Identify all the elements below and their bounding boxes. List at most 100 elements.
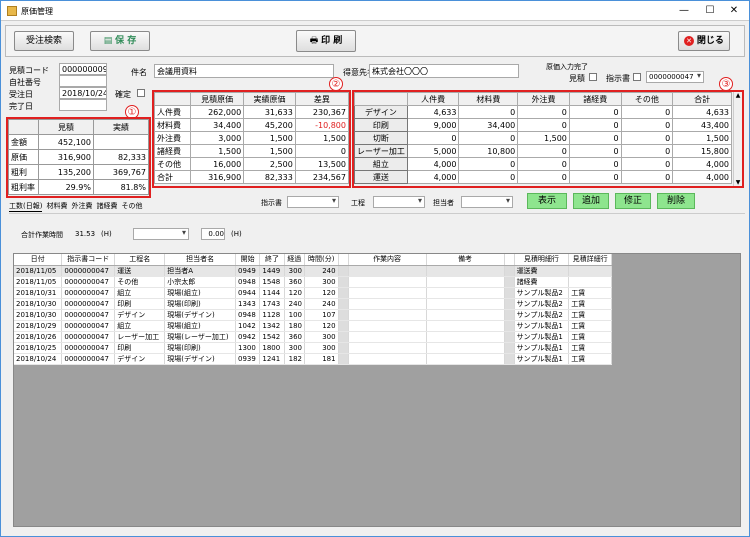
daily-report-table: 日付 指示書コード 工程名 担当者名 開始 終了 経過 時間(分) 作業内容 備… (14, 254, 612, 365)
instr-select[interactable]: 0000000047 (646, 71, 704, 83)
client-field[interactable]: 株式会社〇〇〇 (369, 64, 519, 78)
col-instr-code[interactable]: 指示書コード (61, 254, 116, 266)
row-button[interactable] (338, 353, 349, 365)
print-button[interactable]: 🖶 印 刷 (296, 30, 356, 52)
t3-cell: 4,000 (406, 157, 460, 171)
row-button[interactable] (338, 265, 349, 277)
scroll-down-icon[interactable]: ▼ (734, 179, 742, 186)
daily-report-grid[interactable]: 日付 指示書コード 工程名 担当者名 開始 終了 経過 時間(分) 作業内容 備… (13, 253, 741, 527)
row-button[interactable] (504, 331, 515, 343)
save-button[interactable]: ▤ 保 存 (90, 31, 150, 51)
delete-button[interactable]: 削除 (657, 193, 695, 209)
table-row[interactable]: 2018/10/25 0000000047 印刷 現場(印刷) 1300 1800 300 3… (14, 342, 612, 354)
row-button[interactable] (338, 276, 349, 288)
cell-person: 現場(レーザー加工) (164, 331, 236, 343)
cell-est-detail (568, 265, 612, 277)
col-process[interactable]: 工程名 (114, 254, 166, 266)
col-person[interactable]: 担当者名 (164, 254, 236, 266)
t1-cell (93, 134, 149, 150)
cell-process: 組立 (114, 320, 166, 332)
row-button[interactable] (338, 287, 349, 299)
tab-material[interactable]: 材料費 (46, 201, 67, 211)
row-button[interactable] (338, 298, 349, 310)
t3-cell: 0 (517, 118, 570, 132)
instr-checkbox[interactable] (633, 73, 641, 81)
t3-row: 組立 4,000 0 0 0 0 4,000 (354, 157, 732, 171)
process-button[interactable]: 印刷 (354, 118, 408, 132)
col-elapsed[interactable]: 経過 (284, 254, 305, 266)
filter-instr-select[interactable] (287, 196, 339, 208)
row-button[interactable] (338, 309, 349, 321)
row-button[interactable] (504, 276, 515, 288)
show-button[interactable]: 表示 (527, 193, 567, 209)
process-button[interactable]: 切断 (354, 131, 408, 145)
col-note[interactable]: 備考 (426, 254, 505, 266)
minimize-button[interactable]: — (673, 4, 695, 18)
tab-labor[interactable]: 工数(日報) (9, 201, 43, 212)
company-no-field[interactable] (59, 75, 107, 87)
col-date[interactable]: 日付 (14, 254, 63, 266)
tab-outsource[interactable]: 外注費 (71, 201, 92, 211)
table-row[interactable]: 2018/11/05 0000000047 その他 小宗太郎 0948 1548 360 30… (14, 276, 612, 288)
t3-h2: 材料費 (458, 92, 519, 106)
row-button[interactable] (338, 331, 349, 343)
done-date-field[interactable] (59, 99, 107, 111)
process-button[interactable]: 運送 (354, 170, 408, 184)
row-button[interactable] (338, 342, 349, 354)
filter-person-select[interactable] (461, 196, 513, 208)
estimate-code-field[interactable]: 0000000091 (59, 63, 107, 75)
cell-end: 1548 (259, 276, 285, 288)
table-row[interactable]: 2018/10/29 0000000047 組立 現場(組立) 1042 1342 180 1… (14, 320, 612, 332)
table-row[interactable]: 2018/10/31 0000000047 組立 現場(組立) 0944 1144 120 1… (14, 287, 612, 299)
tab-expenses[interactable]: 諸経費 (96, 201, 117, 211)
table-row[interactable]: 2018/11/05 0000000047 運送 担当者A 0949 1449 300 240… (14, 265, 612, 277)
t3-cell: 0 (568, 131, 622, 145)
window-title: 原価管理 (21, 7, 53, 16)
col-work[interactable]: 作業内容 (348, 254, 427, 266)
cell-start: 0942 (235, 331, 261, 343)
row-button[interactable] (338, 320, 349, 332)
maximize-button[interactable]: ☐ (699, 4, 721, 18)
order-search-button[interactable]: 受注検索 (14, 31, 74, 51)
row-button[interactable] (504, 320, 515, 332)
table-row[interactable]: 2018/10/26 0000000047 レーザー加工 現場(レーザー加工) 0942… (14, 331, 612, 343)
t2-row: 諸経費 1,500 1,500 0 (154, 144, 350, 158)
row-button[interactable] (504, 287, 515, 299)
tab-other[interactable]: その他 (121, 201, 142, 211)
filter-process-select[interactable] (373, 196, 425, 208)
col-start[interactable]: 開始 (235, 254, 261, 266)
confirm-checkbox[interactable] (137, 89, 145, 97)
table-row[interactable]: 2018/10/30 0000000047 印刷 現場(印刷) 1343 1743 240 2… (14, 298, 612, 310)
process-table-scrollbar[interactable]: ▲ ▼ (733, 92, 742, 186)
row-button[interactable] (504, 309, 515, 321)
row-button[interactable] (504, 298, 515, 310)
row-button[interactable] (504, 353, 515, 365)
close-button[interactable]: ✕ 閉じる (678, 31, 730, 51)
add-button[interactable]: 追加 (573, 193, 609, 209)
col-est-detail[interactable]: 見積詳細行 (568, 254, 612, 266)
window-close-button[interactable]: ✕ (723, 4, 745, 18)
edit-button[interactable]: 修正 (615, 193, 651, 209)
process-button[interactable]: デザイン (354, 105, 408, 119)
order-date-field[interactable]: 2018/10/24 (59, 87, 107, 99)
col-minutes[interactable]: 時間(分) (304, 254, 339, 266)
cell-minutes: 300 (304, 331, 339, 343)
estimate-checkbox[interactable] (589, 73, 597, 81)
t2-cell: 外注費 (154, 131, 191, 145)
t3-cell: 9,000 (406, 118, 460, 132)
worktime-value2[interactable]: 0.00 (201, 228, 225, 240)
table-row[interactable]: 2018/10/24 0000000047 デザイン 現場(デザイン) 0939 1241… (14, 353, 612, 365)
cell-start: 0944 (235, 287, 261, 299)
process-button[interactable]: レーザー加工 (354, 144, 408, 158)
col-est-line[interactable]: 見積明細行 (514, 254, 570, 266)
subject-field[interactable]: 会議用資料 (154, 64, 334, 78)
worktime-select[interactable] (133, 228, 189, 240)
process-button[interactable]: 組立 (354, 157, 408, 171)
cost-variance-table: 見積原価 実績原価 差異 人件費 262,000 31,633 230,367 材料費 34… (154, 92, 350, 184)
scroll-up-icon[interactable]: ▲ (734, 92, 742, 99)
row-button[interactable] (504, 342, 515, 354)
table-row[interactable]: 2018/10/30 0000000047 デザイン 現場(デザイン) 0948 1128… (14, 309, 612, 321)
t1-cell: 原価 (8, 149, 39, 165)
row-button[interactable] (504, 265, 515, 277)
col-end[interactable]: 終了 (259, 254, 285, 266)
